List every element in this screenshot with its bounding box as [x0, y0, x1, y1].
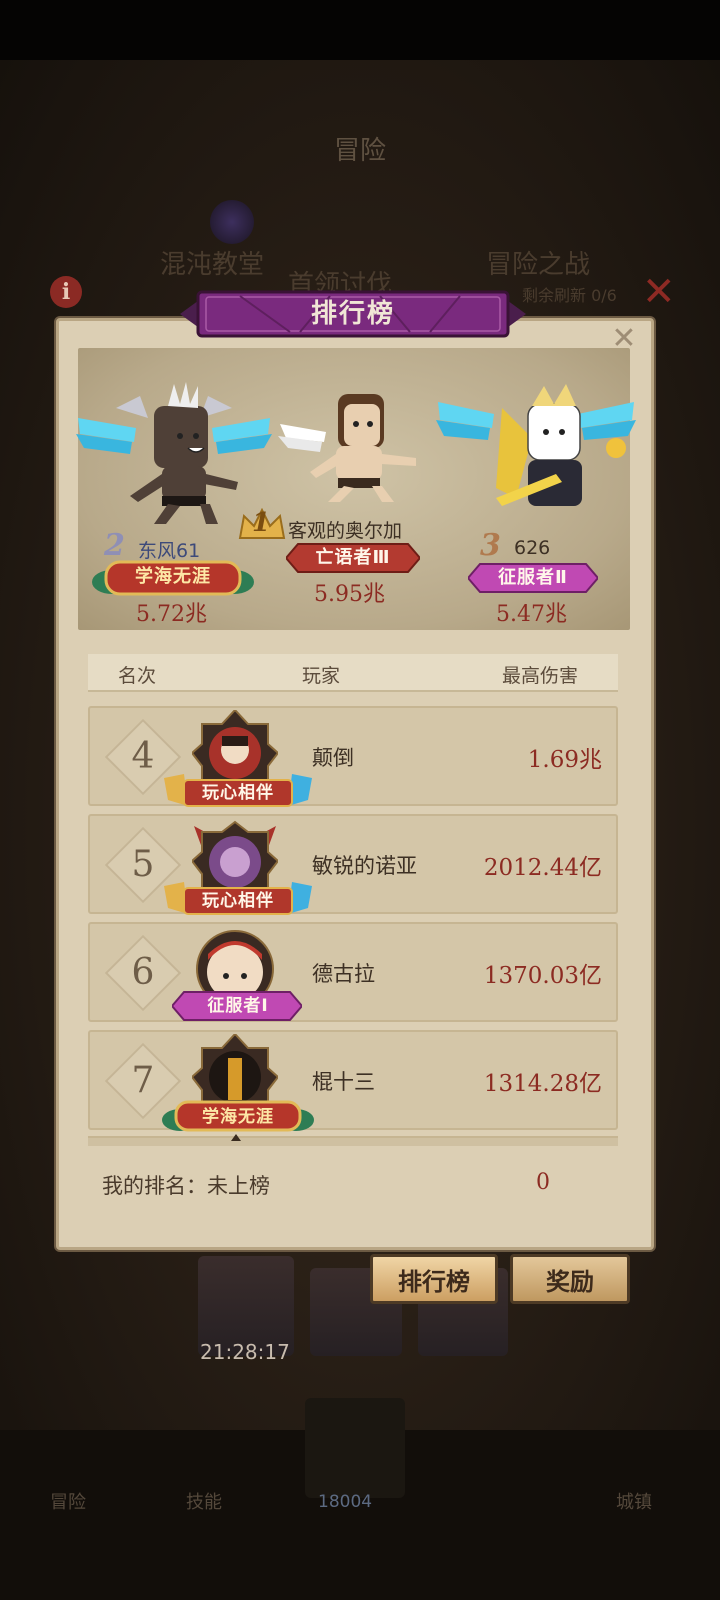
nav-center-slot[interactable] — [305, 1398, 405, 1498]
row-player-name: 颠倒 — [312, 746, 354, 770]
my-rank-damage: 0 — [536, 1170, 550, 1195]
table-row[interactable]: 7 学海无涯 棍十三 1314.28亿 — [88, 1030, 618, 1132]
podium-name-3: 626 — [514, 537, 551, 559]
row-damage: 1314.28亿 — [483, 1071, 602, 1097]
boss-timer: 21:28:17 — [200, 1340, 290, 1364]
podium-damage-2: 5.72兆 — [136, 602, 207, 627]
screen-title: 冒险 — [333, 136, 386, 166]
row-damage: 1.69兆 — [527, 747, 602, 773]
podium-title-1: 亡语者Ⅲ — [315, 547, 391, 568]
table-row[interactable]: 5 玩心相伴 敏锐的诺亚 2012.44亿 — [88, 814, 618, 915]
row-title-badge: 征服者Ⅰ — [207, 996, 269, 1016]
podium-title-3: 征服者Ⅱ — [498, 567, 568, 588]
row-damage: 2012.44亿 — [483, 855, 602, 881]
my-rank-label: 我的排名：未上榜 — [102, 1174, 270, 1198]
bg-left-label: 混沌教堂 — [160, 250, 265, 280]
bg-right-label: 冒险之战 — [486, 250, 591, 280]
gem-count: 18004 — [318, 1492, 373, 1512]
portal-orb-icon — [210, 200, 254, 244]
table-header: 名次 玩家 最高伤害 — [88, 654, 618, 692]
row-title-badge: 玩心相伴 — [202, 783, 274, 803]
podium-damage-3: 5.47兆 — [496, 602, 567, 627]
podium-rank-1: 1 — [252, 508, 271, 538]
nav-item-skills[interactable]: 技能 — [186, 1488, 222, 1514]
nav-item-town[interactable]: 城镇 — [616, 1488, 652, 1514]
nav-item-adventure[interactable]: 冒险 — [50, 1488, 86, 1514]
header-player: 玩家 — [302, 665, 341, 687]
panel-banner: 排行榜 — [180, 288, 526, 344]
podium-title-2: 学海无涯 — [135, 566, 211, 587]
row-player-name: 敏锐的诺亚 — [312, 854, 417, 878]
status-bar — [0, 0, 720, 60]
list-scroll-edge[interactable] — [88, 1136, 618, 1146]
header-damage: 最高伤害 — [502, 665, 579, 687]
tab-rewards[interactable]: 奖励 — [510, 1254, 630, 1304]
row-rank: 6 — [131, 952, 155, 993]
podium-damage-1: 5.95兆 — [314, 582, 385, 607]
rank2-character — [76, 382, 272, 524]
table-row[interactable]: 6 征服者Ⅰ 德古拉 1370.03亿 — [88, 922, 618, 1022]
podium-rank-3: 3 — [480, 528, 501, 563]
tab-leaderboard[interactable]: 排行榜 — [370, 1254, 498, 1304]
podium-name-1: 客观的奥尔加 — [288, 520, 403, 542]
header-rank: 名次 — [118, 665, 157, 687]
rank3-character — [436, 384, 636, 506]
row-title-badge: 学海无涯 — [202, 1107, 274, 1127]
row-damage: 1370.03亿 — [483, 963, 602, 989]
bg-right-sub: 剩余刷新 0/6 — [522, 286, 617, 305]
scroll-up-icon — [231, 1134, 241, 1141]
banner-title: 排行榜 — [310, 299, 395, 329]
row-title-badge: 玩心相伴 — [202, 891, 274, 911]
info-button[interactable]: i — [50, 276, 82, 308]
table-row[interactable]: 4 玩心相伴 颠倒 1.69兆 — [88, 706, 618, 807]
rank1-character — [278, 394, 416, 502]
bg-close-icon[interactable]: ✕ — [642, 272, 676, 312]
row-player-name: 棍十三 — [312, 1070, 375, 1094]
row-player-name: 德古拉 — [312, 962, 375, 986]
